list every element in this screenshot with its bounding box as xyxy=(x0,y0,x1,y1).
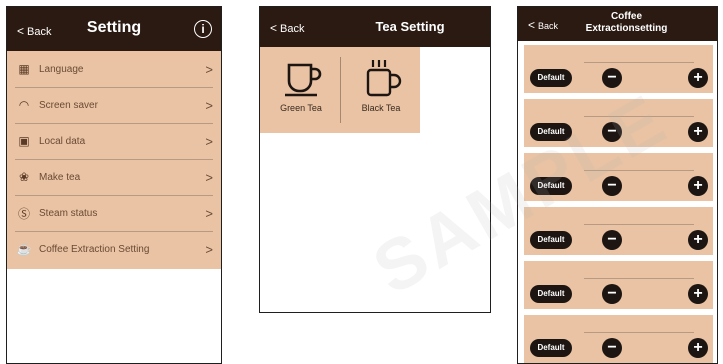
tea-options-panel: Green Tea Black Tea xyxy=(260,47,420,133)
tea-leaf-icon: ❀ xyxy=(18,170,30,184)
tea-option-label: Green Tea xyxy=(280,103,322,113)
tea-option-label: Black Tea xyxy=(361,103,401,113)
increase-button[interactable]: + xyxy=(688,68,708,88)
chevron-right-icon: > xyxy=(205,97,213,113)
decrease-button[interactable]: − xyxy=(602,230,622,250)
black-tea-option[interactable]: Black Tea xyxy=(344,53,418,127)
info-icon[interactable]: i xyxy=(194,20,212,38)
steam-icon: Ⓢ xyxy=(17,206,30,221)
increase-button[interactable]: + xyxy=(688,338,708,358)
chevron-right-icon: > xyxy=(205,61,213,77)
back-button[interactable]: < Back xyxy=(528,18,558,32)
title-line-2: Extractionsetting xyxy=(585,23,668,34)
page-title: Tea Setting xyxy=(375,19,445,34)
slot-track xyxy=(584,62,694,63)
local-data-icon: ▣ xyxy=(18,134,30,148)
menu-item-screen-saver[interactable]: ◠ Screen saver > xyxy=(15,87,213,124)
slot-track xyxy=(584,332,694,333)
increase-button[interactable]: + xyxy=(688,284,708,304)
default-button[interactable]: Default xyxy=(530,285,572,303)
menu-item-label: Make tea xyxy=(39,171,81,183)
screen-saver-icon: ◠ xyxy=(18,98,30,112)
chevron-right-icon: > xyxy=(205,133,213,149)
cup-icon xyxy=(285,63,322,97)
chevron-left-icon: < xyxy=(270,21,278,35)
page-title: Coffee Extractionsetting xyxy=(566,11,687,35)
divider xyxy=(340,57,341,123)
menu-item-label: Language xyxy=(39,63,84,75)
chevron-right-icon: > xyxy=(205,169,213,185)
extraction-header: < Back Coffee Extractionsetting xyxy=(518,7,717,41)
slot-track xyxy=(584,224,694,225)
decrease-button[interactable]: − xyxy=(602,284,622,304)
decrease-button[interactable]: − xyxy=(602,338,622,358)
tea-header: < Back Tea Setting xyxy=(260,7,490,47)
menu-item-label: Coffee Extraction Setting xyxy=(39,243,150,255)
chevron-right-icon: > xyxy=(205,205,213,221)
menu-item-coffee-extraction[interactable]: ☕ Coffee Extraction Setting > xyxy=(15,231,213,267)
menu-item-label: Local data xyxy=(39,135,86,147)
chevron-left-icon: < xyxy=(528,18,536,32)
green-tea-option[interactable]: Green Tea xyxy=(264,53,338,127)
default-button[interactable]: Default xyxy=(530,339,572,357)
back-label: Back xyxy=(538,21,559,31)
default-button[interactable]: Default xyxy=(530,69,572,87)
setting-screen: < Back Setting i ▦ Language > ◠ Screen sa… xyxy=(6,6,222,364)
page-title: Setting xyxy=(86,19,142,36)
increase-button[interactable]: + xyxy=(688,230,708,250)
language-icon: ▦ xyxy=(18,62,30,76)
default-button[interactable]: Default xyxy=(530,231,572,249)
extraction-slot: Default − + xyxy=(524,315,713,363)
menu-item-label: Steam status xyxy=(39,207,98,219)
menu-item-make-tea[interactable]: ❀ Make tea > xyxy=(15,159,213,196)
menu-item-local-data[interactable]: ▣ Local data > xyxy=(15,123,213,160)
coffee-cup-icon: ☕ xyxy=(16,242,32,256)
steaming-mug-icon xyxy=(366,60,402,97)
back-button[interactable]: < Back xyxy=(270,21,304,35)
title-line-1: Coffee xyxy=(610,11,643,22)
setting-header: < Back Setting i xyxy=(7,7,221,51)
menu-item-label: Screen saver xyxy=(39,99,98,111)
menu-item-steam-status[interactable]: Ⓢ Steam status > xyxy=(15,195,213,232)
menu-item-language[interactable]: ▦ Language > xyxy=(15,51,213,88)
settings-menu: ▦ Language > ◠ Screen saver > ▣ Local da… xyxy=(7,51,221,269)
extraction-slot: Default − + xyxy=(524,45,713,95)
extraction-slot: Default − + xyxy=(524,261,713,311)
back-label: Back xyxy=(280,23,305,35)
slot-track xyxy=(584,278,694,279)
increase-button[interactable]: + xyxy=(688,122,708,142)
chevron-right-icon: > xyxy=(205,241,213,257)
decrease-button[interactable]: − xyxy=(602,68,622,88)
increase-button[interactable]: + xyxy=(688,176,708,196)
